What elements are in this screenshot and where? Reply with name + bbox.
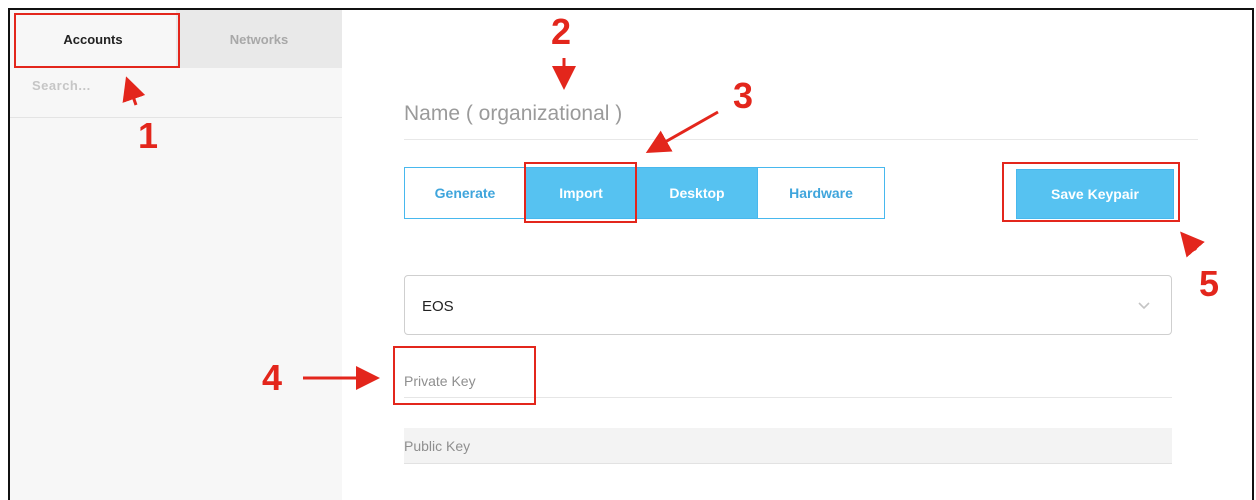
tab-accounts[interactable]: Accounts	[10, 10, 176, 68]
app-window: Accounts Networks Generate Import Deskto…	[8, 8, 1254, 500]
private-key-field-wrapper	[404, 365, 1172, 398]
blockchain-select[interactable]: EOS	[404, 275, 1172, 335]
keypair-form: Generate Import Desktop Hardware Save Ke…	[342, 10, 1252, 500]
search-box	[10, 68, 342, 118]
search-input[interactable]	[10, 68, 342, 117]
name-field-wrapper	[404, 94, 1198, 140]
name-input[interactable]	[404, 94, 1198, 134]
tab-networks[interactable]: Networks	[176, 10, 342, 68]
sidebar-tabs: Accounts Networks	[10, 10, 342, 68]
public-key-input	[404, 428, 1172, 463]
desktop-button[interactable]: Desktop	[636, 167, 758, 219]
save-keypair-button[interactable]: Save Keypair	[1016, 169, 1174, 219]
sidebar: Accounts Networks	[10, 10, 342, 500]
private-key-input[interactable]	[404, 365, 1172, 397]
blockchain-select-value: EOS	[422, 298, 454, 315]
generate-button[interactable]: Generate	[404, 167, 526, 219]
key-source-button-group: Generate Import Desktop Hardware	[404, 167, 885, 219]
hardware-button[interactable]: Hardware	[757, 167, 885, 219]
chevron-down-icon	[1138, 302, 1150, 310]
import-button[interactable]: Import	[525, 167, 637, 219]
public-key-field-wrapper	[404, 428, 1172, 464]
